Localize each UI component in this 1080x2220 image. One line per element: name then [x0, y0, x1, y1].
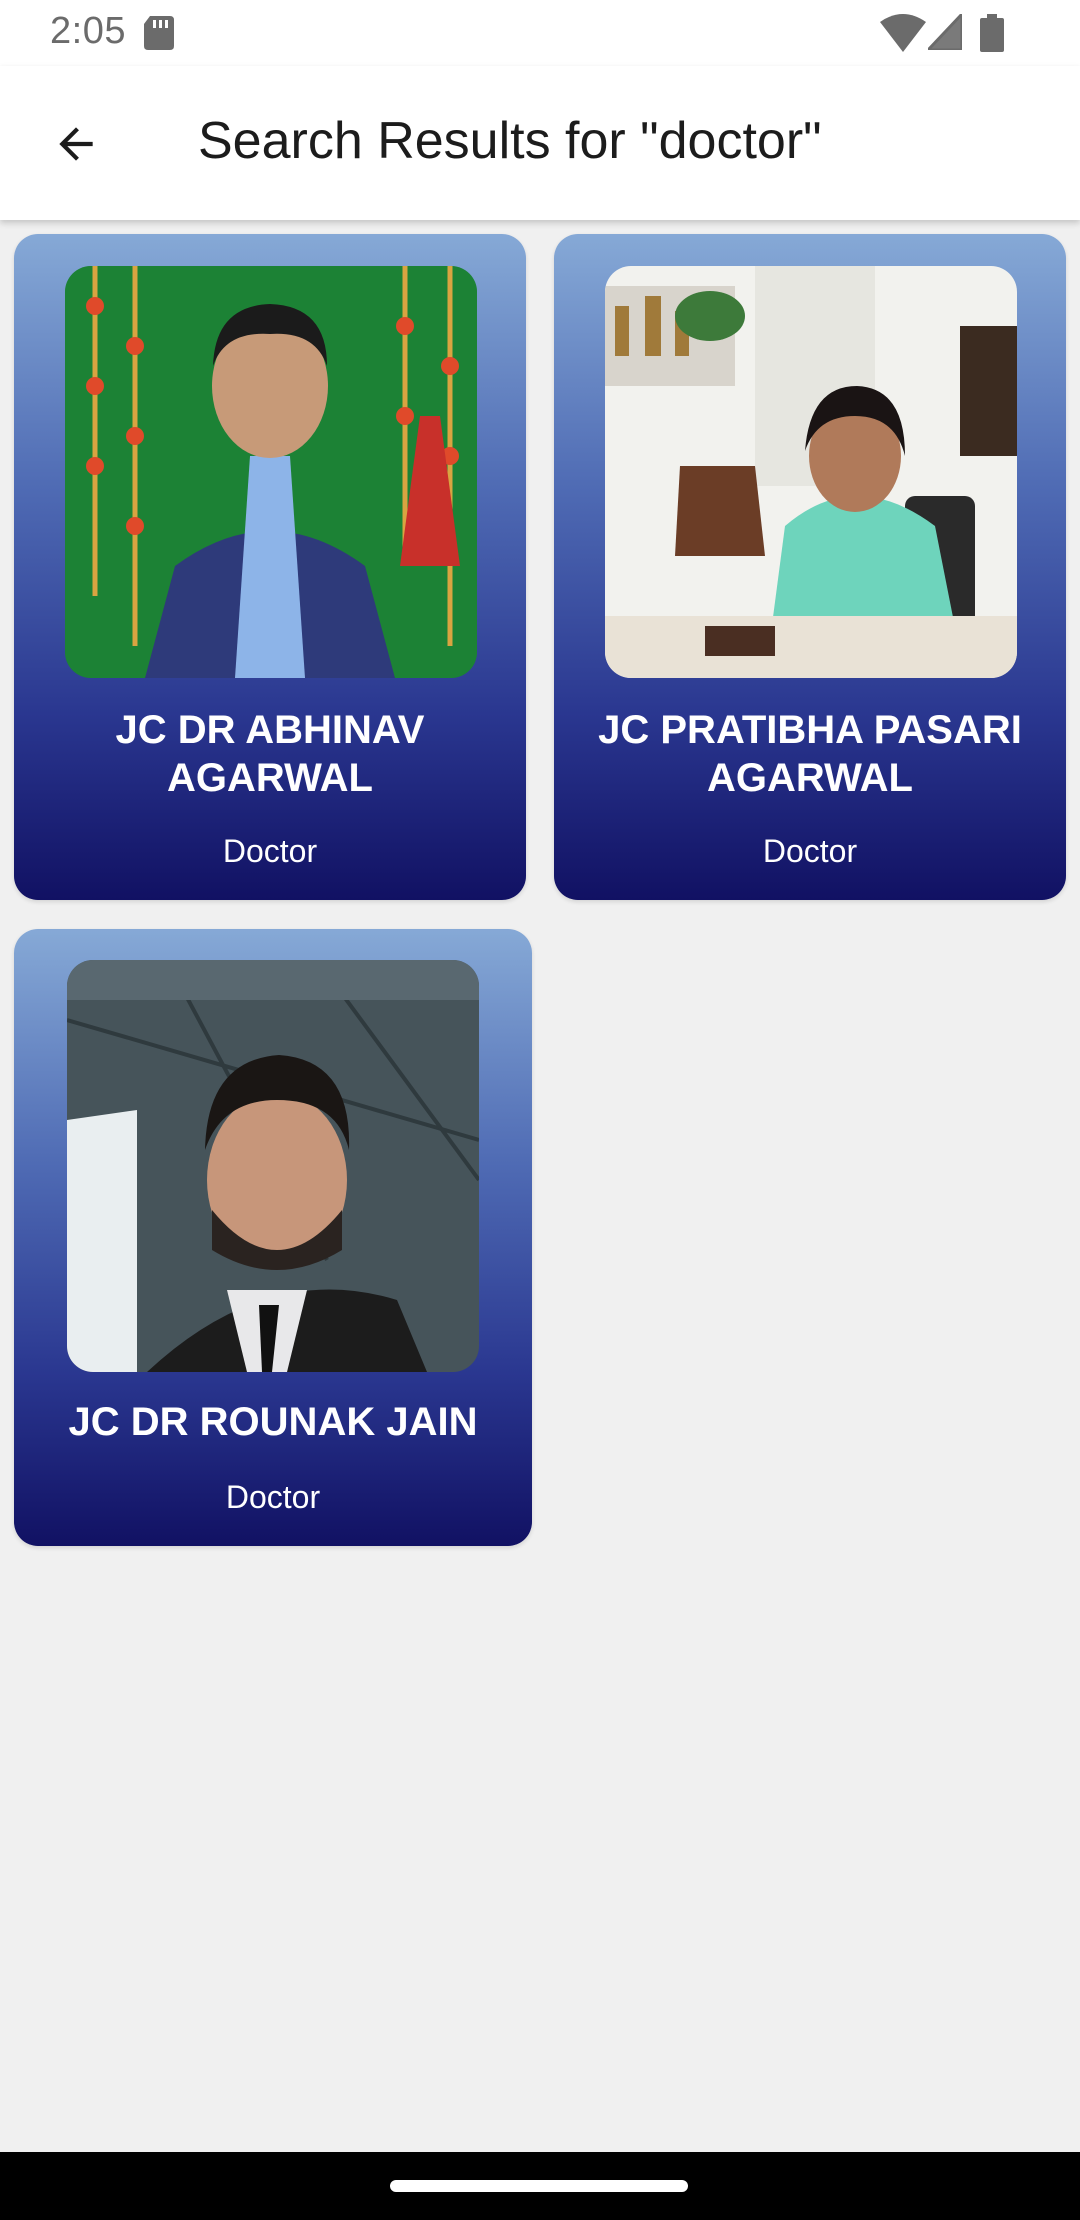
home-gesture-handle[interactable]: [390, 2180, 688, 2192]
member-name: JC DR ABHINAV AGARWAL: [115, 708, 425, 800]
result-card[interactable]: JC DR ABHINAV AGARWAL Doctor: [14, 234, 526, 900]
member-name: JC PRATIBHA PASARI AGARWAL: [598, 708, 1022, 800]
profile-photo: [67, 960, 479, 1372]
member-role: Doctor: [225, 1479, 321, 1515]
battery-icon: [980, 14, 1004, 52]
profile-photo: [605, 266, 1017, 678]
sd-card-icon: [144, 16, 174, 50]
member-role: Doctor: [762, 833, 858, 869]
member-role: Doctor: [222, 833, 318, 869]
status-bar: 2:05: [0, 0, 1080, 66]
system-nav-bar: [0, 2152, 1080, 2220]
member-name: JC DR ROUNAK JAIN: [68, 1400, 478, 1444]
app-bar: Search Results for "doctor": [0, 66, 1080, 220]
cell-signal-icon: [928, 14, 962, 50]
page-title: Search Results for "doctor": [198, 112, 822, 170]
result-card[interactable]: JC PRATIBHA PASARI AGARWAL Doctor: [554, 234, 1066, 900]
result-card[interactable]: JC DR ROUNAK JAIN Doctor: [14, 929, 532, 1546]
wifi-icon: [880, 14, 926, 52]
screen: 2:05 Search Results for "doctor" JC DR A…: [0, 0, 1080, 2220]
status-time: 2:05: [50, 10, 126, 52]
profile-photo: [65, 266, 477, 678]
back-button[interactable]: [36, 104, 116, 184]
arrow-back-icon: [59, 127, 93, 161]
